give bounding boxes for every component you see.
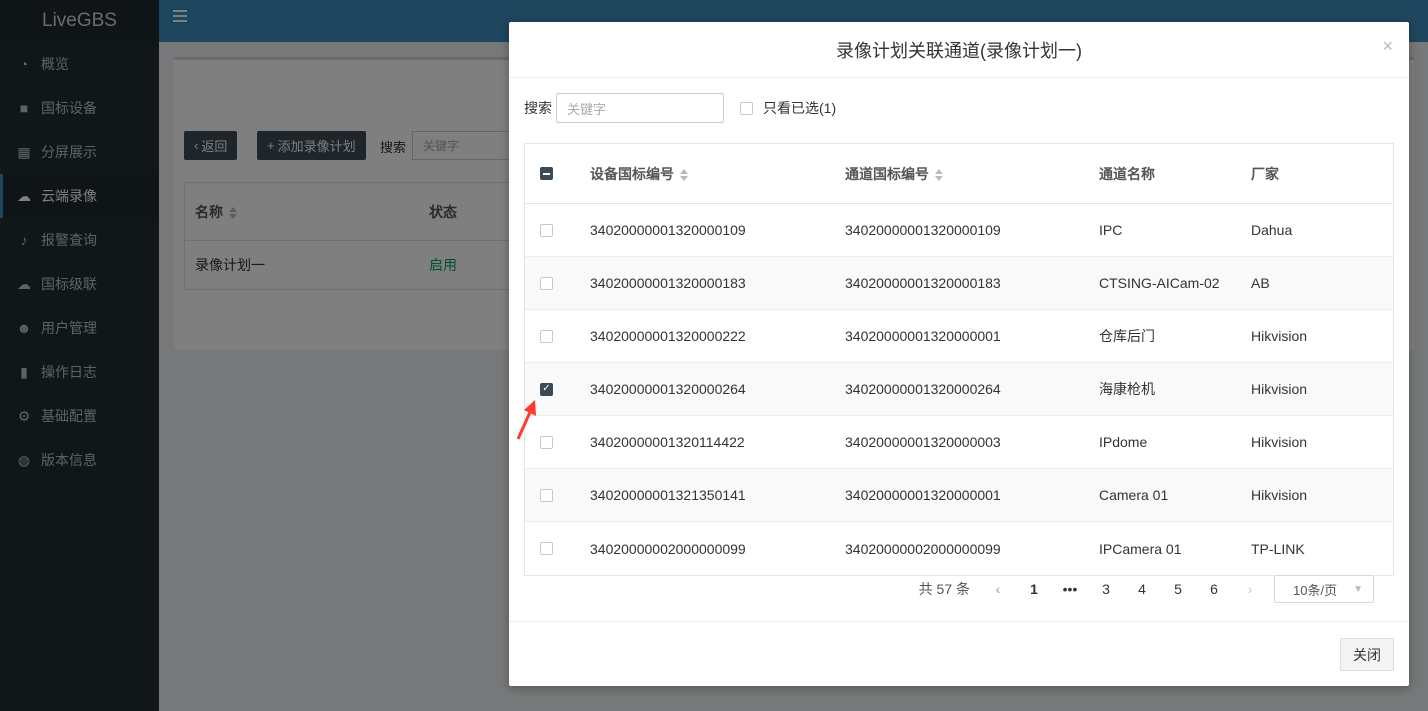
vendor-cell: Hikvision (1251, 381, 1308, 397)
pagination: 共 57 条 ‹ 1 ••• 3 4 5 6 › 10条/页 ▼ (919, 575, 1374, 603)
table-row[interactable]: 34020000001320000109 34020000001320000109… (525, 204, 1393, 257)
device-id-cell: 34020000001320000183 (590, 275, 746, 291)
vendor-cell: Dahua (1251, 222, 1293, 238)
row-checkbox[interactable] (540, 542, 553, 555)
page-3-button[interactable]: 3 (1088, 581, 1124, 597)
vendor-cell: TP-LINK (1251, 540, 1305, 557)
only-selected-label: 只看已选(1) (763, 100, 837, 116)
table-row[interactable]: 34020000001320000183 34020000001320000183… (525, 257, 1393, 310)
total-count: 共 57 条 (918, 581, 970, 597)
dialog-footer: 关闭 (509, 621, 1409, 686)
search-input[interactable]: 关键字 (556, 93, 724, 123)
channel-name-cell: IPC (1099, 222, 1123, 238)
annotation-arrow-icon (516, 400, 536, 440)
table-row[interactable]: 34020000002000000099 34020000002000000099… (525, 522, 1393, 575)
dialog-title: 录像计划关联通道(录像计划一) (836, 40, 1082, 61)
row-checkbox[interactable] (540, 276, 553, 290)
vendor-cell: Hikvision (1251, 328, 1308, 344)
column-header-device-id[interactable]: 设备国标编号 (590, 164, 845, 184)
channel-name-cell: 海康枪机 (1099, 381, 1155, 397)
channel-id-cell: 34020000001320000003 (845, 434, 1001, 450)
channel-name-cell: IPCamera 01 (1099, 540, 1182, 557)
row-checkbox[interactable] (540, 329, 553, 343)
table-row[interactable]: 34020000001320114422 34020000001320000003… (525, 416, 1393, 469)
channel-id-cell: 34020000002000000099 (845, 540, 1001, 557)
row-checkbox[interactable]: ✓ (540, 382, 553, 396)
next-page-button[interactable]: › (1232, 581, 1268, 597)
dialog-header: 录像计划关联通道(录像计划一) × (509, 22, 1409, 78)
table-body: 34020000001320000109 34020000001320000109… (525, 204, 1393, 575)
prev-page-button[interactable]: ‹ (980, 581, 1016, 597)
channel-name-cell: CTSING-AICam-02 (1099, 275, 1220, 291)
channel-association-dialog: 录像计划关联通道(录像计划一) × 搜索 关键字 只看已选(1) 设备国标编号 … (509, 22, 1409, 686)
device-id-cell: 34020000001320000109 (590, 222, 746, 238)
page-size-select[interactable]: 10条/页 ▼ (1274, 575, 1374, 603)
only-selected-filter[interactable]: 只看已选(1) (740, 98, 836, 118)
row-checkbox[interactable] (540, 435, 553, 449)
channel-id-cell: 34020000001320000001 (845, 487, 1001, 503)
column-header-vendor: 厂家 (1251, 165, 1279, 182)
dialog-toolbar: 搜索 关键字 只看已选(1) (524, 93, 836, 123)
column-header-channel-name: 通道名称 (1099, 165, 1155, 182)
row-checkbox[interactable] (540, 223, 553, 237)
channel-table: 设备国标编号 通道国标编号 通道名称 厂家 340200000013200001… (524, 143, 1394, 576)
table-header: 设备国标编号 通道国标编号 通道名称 厂家 (525, 144, 1393, 204)
column-header-channel-id[interactable]: 通道国标编号 (845, 164, 1099, 184)
channel-name-cell: Camera 01 (1099, 487, 1169, 503)
channel-id-cell: 34020000001320000264 (845, 381, 1001, 397)
page-1-button[interactable]: 1 (1016, 581, 1052, 597)
channel-id-cell: 34020000001320000001 (845, 328, 1001, 344)
device-id-cell: 34020000001320000264 (590, 381, 746, 397)
select-all-checkbox[interactable] (540, 167, 553, 180)
device-id-cell: 34020000001321350141 (590, 487, 746, 503)
sort-icon[interactable] (680, 168, 688, 181)
page-6-button[interactable]: 6 (1196, 581, 1232, 597)
vendor-cell: Hikvision (1251, 487, 1308, 503)
channel-name-cell: 仓库后门 (1099, 328, 1155, 344)
table-row[interactable]: 34020000001320000222 34020000001320000001… (525, 310, 1393, 363)
page-4-button[interactable]: 4 (1124, 581, 1160, 597)
close-button[interactable]: 关闭 (1340, 638, 1394, 671)
channel-id-cell: 34020000001320000109 (845, 222, 1001, 238)
channel-id-cell: 34020000001320000183 (845, 275, 1001, 291)
row-checkbox[interactable] (540, 488, 553, 502)
device-id-cell: 34020000001320114422 (590, 434, 745, 450)
close-icon[interactable]: × (1382, 36, 1393, 57)
table-row[interactable]: 34020000001321350141 34020000001320000001… (525, 469, 1393, 522)
check-icon: ✓ (542, 383, 551, 394)
vendor-cell: Hikvision (1251, 434, 1308, 450)
page-5-button[interactable]: 5 (1160, 581, 1196, 597)
sort-icon[interactable] (935, 168, 943, 181)
only-selected-checkbox[interactable] (740, 101, 753, 115)
chevron-down-icon: ▼ (1353, 583, 1363, 595)
more-pages-button[interactable]: ••• (1052, 581, 1088, 597)
search-label: 搜索 (524, 100, 552, 116)
page-size-value: 10条/页 (1293, 582, 1338, 598)
device-id-cell: 34020000002000000099 (590, 540, 746, 557)
table-row[interactable]: ✓ 34020000001320000264 3402000000132000026… (525, 363, 1393, 416)
channel-name-cell: IPdome (1099, 434, 1148, 450)
vendor-cell: AB (1251, 275, 1270, 291)
device-id-cell: 34020000001320000222 (590, 328, 746, 344)
